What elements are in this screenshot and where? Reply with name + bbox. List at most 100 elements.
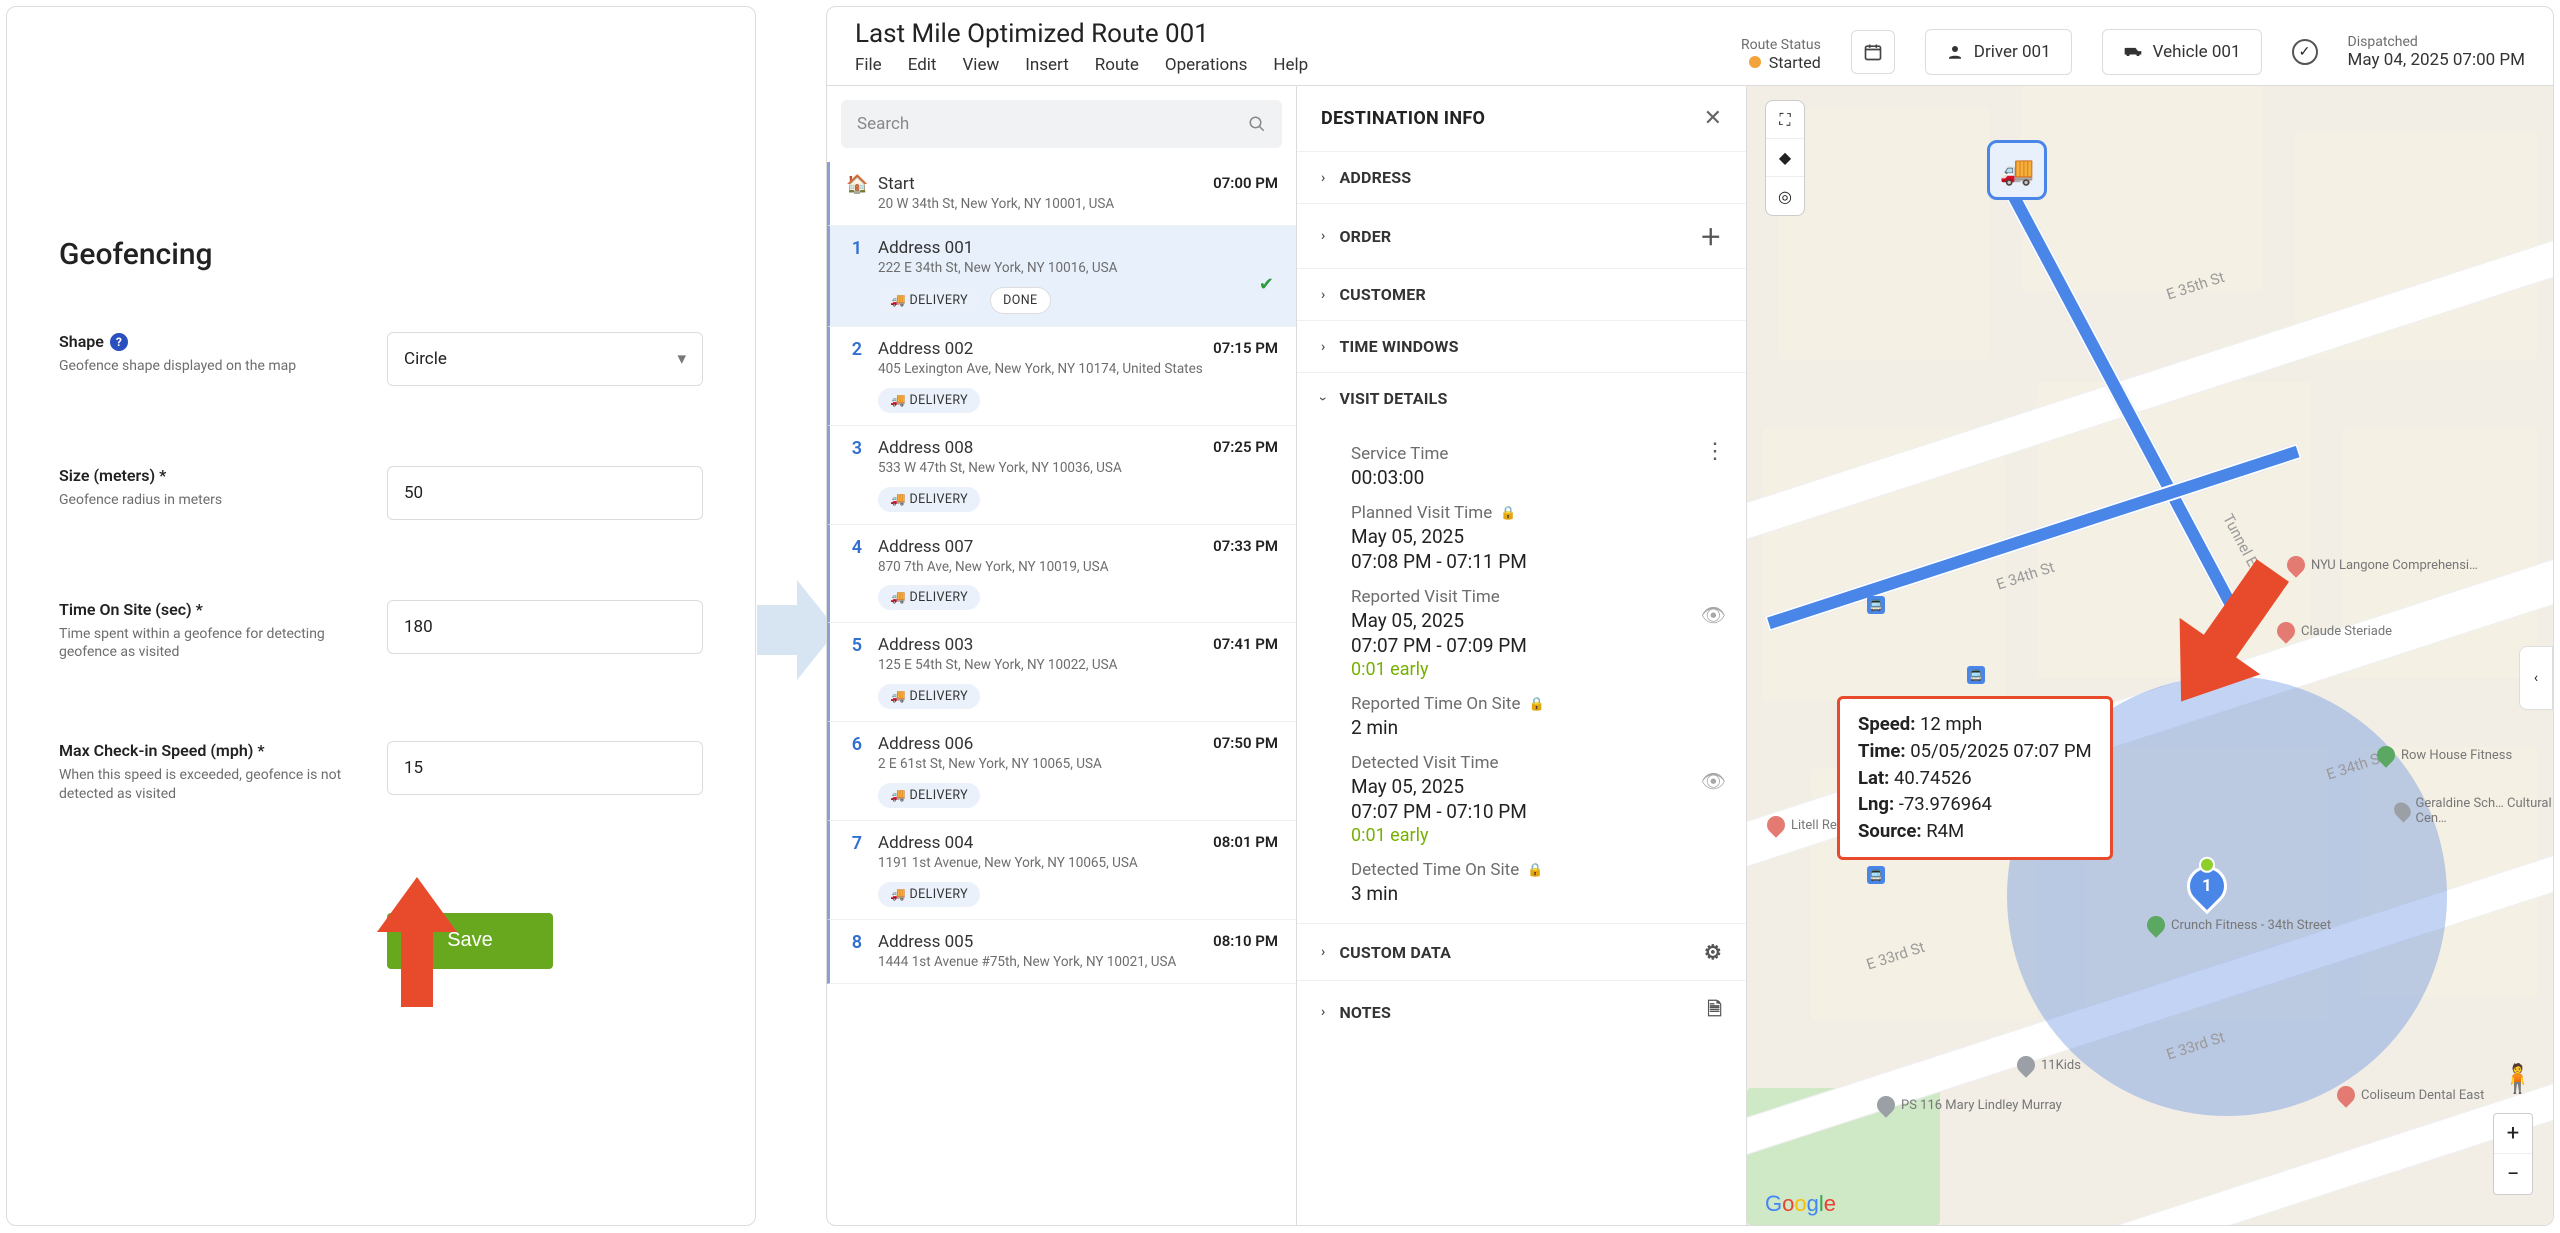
collapse-panel-button[interactable]: ‹	[2519, 646, 2553, 710]
annotation-arrow-icon	[377, 877, 457, 1007]
stop-index: 7	[846, 833, 862, 907]
location-icon[interactable]: ◎	[1766, 177, 1804, 215]
help-icon[interactable]: ?	[110, 333, 128, 351]
size-help: Geofence radius in meters	[59, 491, 359, 509]
chevron-right-icon: ›	[1321, 170, 1325, 186]
section-notes[interactable]: ›NOTES 🗎	[1297, 981, 1746, 1043]
stop-eta: 07:33 PM	[1213, 537, 1278, 555]
section-address[interactable]: ›ADDRESS	[1297, 152, 1746, 204]
visit-details-body: Service Time 00:03:00 ⋮ Planned Visit Ti…	[1297, 424, 1746, 924]
stop-eta: 07:25 PM	[1213, 438, 1278, 456]
check-circle-icon: ✓	[2292, 39, 2318, 65]
stop-list[interactable]: 🏠Start20 W 34th St, New York, NY 10001, …	[827, 162, 1296, 1225]
menu-operations[interactable]: Operations	[1165, 55, 1248, 75]
search-input[interactable]: Search	[841, 100, 1282, 148]
lock-icon: 🔒	[1528, 697, 1544, 712]
vehicle-marker-icon[interactable]: 🚚	[1987, 140, 2047, 200]
stop-index: 3	[846, 438, 862, 512]
stop-index: 1	[846, 238, 862, 314]
stop-index: 8	[846, 932, 862, 971]
geofencing-panel: Geofencing Shape ? Geofence shape displa…	[6, 6, 756, 1226]
time-label: Time On Site (sec) *	[59, 600, 359, 619]
chevron-right-icon: ›	[1321, 1004, 1325, 1020]
section-visit-details[interactable]: ›VISIT DETAILS	[1297, 373, 1746, 424]
stop-row[interactable]: 1Address 001222 E 34th St, New York, NY …	[827, 226, 1296, 327]
menu-file[interactable]: File	[855, 55, 882, 75]
stop-address: 20 W 34th St, New York, NY 10001, USA	[878, 196, 1278, 213]
stop-address: 405 Lexington Ave, New York, NY 10174, U…	[878, 361, 1278, 378]
route-title: Last Mile Optimized Route 001	[855, 19, 1711, 49]
eye-icon[interactable]: 👁	[1701, 603, 1726, 627]
stop-index: 6	[846, 734, 862, 808]
shape-label: Shape	[59, 332, 104, 351]
status-dot-icon	[1749, 56, 1761, 68]
menu-insert[interactable]: Insert	[1025, 55, 1069, 75]
speed-label: Max Check-in Speed (mph) *	[59, 741, 359, 760]
google-logo: Google	[1765, 1191, 1836, 1217]
layers-icon[interactable]: ◆	[1766, 139, 1804, 177]
destination-info-panel: DESTINATION INFO ✕ ›ADDRESS ›ORDER ＋ ›CU…	[1297, 86, 1747, 1225]
time-input[interactable]: 180	[387, 600, 703, 654]
eye-icon[interactable]: 👁	[1701, 769, 1726, 793]
section-time-windows[interactable]: ›TIME WINDOWS	[1297, 321, 1746, 373]
map-canvas[interactable]: 🚚 1 🚍 🚍 🚍 E 35th St E 34th St E 34th St …	[1747, 86, 2553, 1225]
home-icon: 🏠	[846, 174, 862, 213]
stop-row[interactable]: 🏠Start20 W 34th St, New York, NY 10001, …	[827, 162, 1296, 226]
stop-row[interactable]: 7Address 0041191 1st Avenue, New York, N…	[827, 821, 1296, 920]
stop-row[interactable]: 3Address 008533 W 47th St, New York, NY …	[827, 426, 1296, 525]
stop-address: 870 7th Ave, New York, NY 10019, USA	[878, 559, 1278, 576]
stop-row[interactable]: 8Address 0051444 1st Avenue #75th, New Y…	[827, 920, 1296, 984]
chip-delivery: 🚚 DELIVERY	[878, 287, 980, 314]
chevron-right-icon: ›	[1321, 287, 1325, 303]
more-icon[interactable]: ⋮	[1704, 448, 1726, 457]
zoom-controls: + −	[2493, 1113, 2533, 1195]
size-input[interactable]: 50	[387, 466, 703, 520]
menu-route[interactable]: Route	[1095, 55, 1139, 75]
section-order[interactable]: ›ORDER ＋	[1297, 204, 1746, 269]
driver-chip[interactable]: Driver 001	[1925, 29, 2072, 75]
fullscreen-icon[interactable]: ⛶	[1766, 101, 1804, 139]
calendar-button[interactable]	[1851, 30, 1895, 74]
speed-input[interactable]: 15	[387, 741, 703, 795]
time-row: Time On Site (sec) * Time spent within a…	[59, 600, 703, 661]
close-icon[interactable]: ✕	[1704, 106, 1722, 131]
map-view-controls[interactable]: ⛶ ◆ ◎	[1765, 100, 1805, 216]
search-icon	[1248, 115, 1266, 133]
stop-eta: 08:10 PM	[1213, 932, 1278, 950]
vehicle-chip[interactable]: Vehicle 001	[2102, 29, 2262, 75]
stop-row[interactable]: 6Address 0062 E 61st St, New York, NY 10…	[827, 722, 1296, 821]
stop-address: 1191 1st Avenue, New York, NY 10065, USA	[878, 855, 1278, 872]
plus-icon[interactable]: ＋	[1700, 220, 1722, 252]
menu-help[interactable]: Help	[1273, 55, 1308, 75]
pegman-icon[interactable]: 🧍	[2500, 1062, 2535, 1095]
speed-row: Max Check-in Speed (mph) * When this spe…	[59, 741, 703, 802]
stop-row[interactable]: 4Address 007870 7th Ave, New York, NY 10…	[827, 525, 1296, 624]
stop-index: 5	[846, 635, 862, 709]
app-header: Last Mile Optimized Route 001 File Edit …	[827, 7, 2553, 85]
stop-eta: 07:41 PM	[1213, 635, 1278, 653]
zoom-in-button[interactable]: +	[2494, 1114, 2532, 1154]
menu-edit[interactable]: Edit	[908, 55, 937, 75]
chip-delivery: 🚚 DELIVERY	[878, 783, 980, 808]
stop-eta: 07:00 PM	[1213, 174, 1278, 192]
menu-view[interactable]: View	[962, 55, 999, 75]
stops-panel: Search 🏠Start20 W 34th St, New York, NY …	[827, 86, 1297, 1225]
stop-address: 1444 1st Avenue #75th, New York, NY 1002…	[878, 954, 1278, 971]
lock-icon: 🔒	[1527, 863, 1543, 878]
menu-bar: File Edit View Insert Route Operations H…	[855, 55, 1711, 75]
shape-select[interactable]: Circle ▾	[387, 332, 703, 386]
section-customer[interactable]: ›CUSTOMER	[1297, 269, 1746, 321]
destination-info-title: DESTINATION INFO	[1321, 108, 1485, 129]
stop-row[interactable]: 5Address 003125 E 54th St, New York, NY …	[827, 623, 1296, 722]
shape-row: Shape ? Geofence shape displayed on the …	[59, 332, 703, 386]
gear-icon[interactable]: ⚙	[1704, 940, 1722, 964]
add-note-icon[interactable]: 🗎	[1707, 997, 1722, 1027]
stop-address: 2 E 61st St, New York, NY 10065, USA	[878, 756, 1278, 773]
time-help: Time spent within a geofence for detecti…	[59, 625, 359, 661]
section-custom-data[interactable]: ›CUSTOM DATA ⚙	[1297, 924, 1746, 981]
stop-index: 4	[846, 537, 862, 611]
chevron-down-icon: ›	[1315, 396, 1331, 400]
stop-row[interactable]: 2Address 002405 Lexington Ave, New York,…	[827, 327, 1296, 426]
chip-done: DONE	[990, 287, 1050, 314]
zoom-out-button[interactable]: −	[2494, 1154, 2532, 1194]
